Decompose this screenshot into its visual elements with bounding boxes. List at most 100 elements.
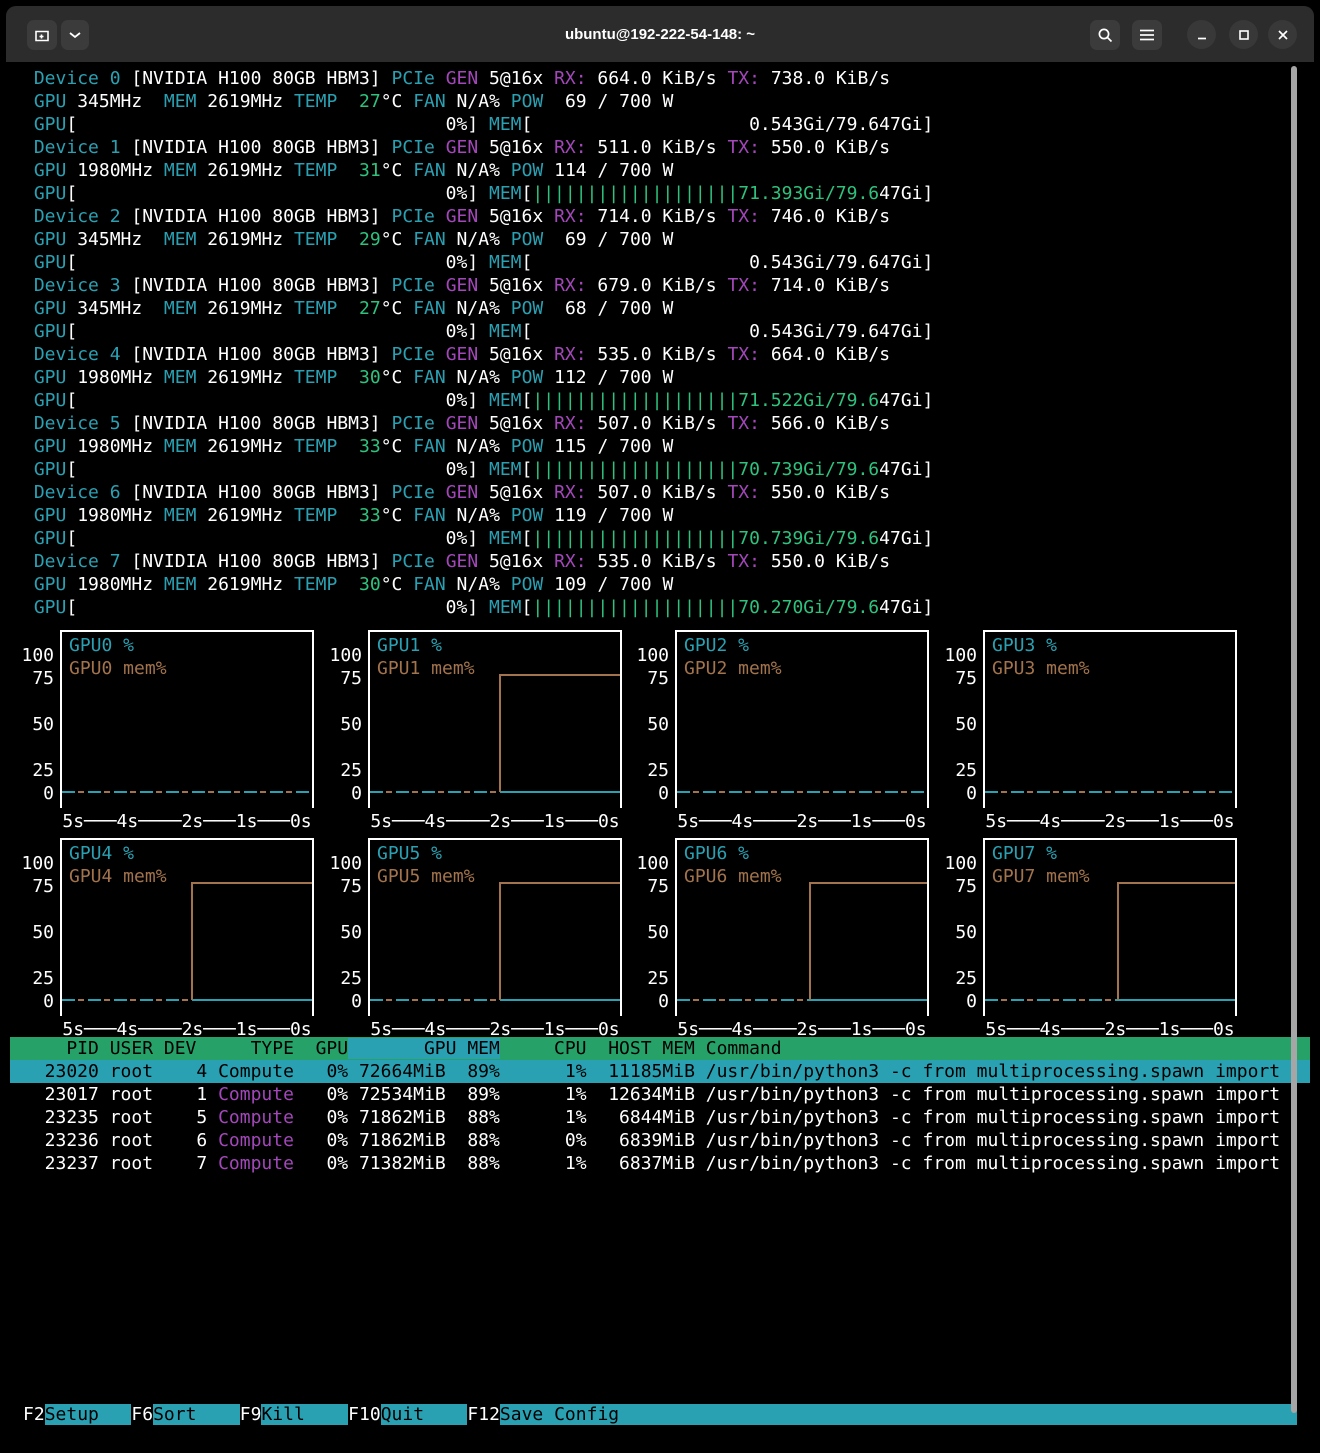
y-axis-tick-label: 25: [625, 967, 669, 990]
maximize-icon: [1238, 29, 1250, 41]
titlebar: ubuntu@192-222-54-148: ~: [6, 6, 1314, 62]
device-header-line: Device 5 [NVIDIA H100 80GB HBM3] PCIe GE…: [23, 412, 933, 435]
device-header-line: Device 1 [NVIDIA H100 80GB HBM3] PCIe GE…: [23, 136, 933, 159]
chart-legend-gpu: GPU3 %: [992, 634, 1057, 657]
menu-button[interactable]: [1132, 20, 1162, 50]
device-bars-line: GPU[ 0%] MEM[ 0.543Gi/79.647Gi]: [23, 113, 933, 136]
process-table: PID USER DEV TYPE GPU GPU MEM CPU HOST M…: [10, 1037, 1310, 1175]
search-button[interactable]: [1090, 20, 1120, 50]
device-stats-line: GPU 1980MHz MEM 2619MHz TEMP 31°C FAN N/…: [23, 159, 933, 182]
chart-plot-area: GPU1 %GPU1 mem%: [368, 630, 622, 808]
device-bars-line: GPU[ 0%] MEM[|||||||||||||||||||71.393Gi…: [23, 182, 933, 205]
y-axis-tick-label: 100: [318, 644, 362, 667]
process-row[interactable]: 23017 root 1 Compute 0% 72534MiB 89% 1% …: [10, 1083, 1310, 1106]
y-axis-tick-label: 0: [318, 990, 362, 1013]
chart-legend-mem: GPU4 mem%: [69, 865, 167, 888]
chart-legend-gpu: GPU2 %: [684, 634, 749, 657]
process-table-header: PID USER DEV TYPE GPU GPU MEM CPU HOST M…: [10, 1037, 1310, 1060]
device-stats-line: GPU 1980MHz MEM 2619MHz TEMP 33°C FAN N/…: [23, 504, 933, 527]
process-row[interactable]: 23237 root 7 Compute 0% 71382MiB 88% 1% …: [10, 1152, 1310, 1175]
device-stats-line: GPU 345MHz MEM 2619MHz TEMP 27°C FAN N/A…: [23, 297, 933, 320]
device-bars-line: GPU[ 0%] MEM[|||||||||||||||||||70.270Gi…: [23, 596, 933, 619]
gpu-utilization-chart: 1007550250GPU7 %GPU7 mem%5s───4s────2s──…: [933, 838, 1243, 1043]
minimize-button[interactable]: [1187, 20, 1216, 49]
fkey-f2: F2: [23, 1404, 45, 1425]
chart-legend-gpu: GPU4 %: [69, 842, 134, 865]
chart-legend-mem: GPU2 mem%: [684, 657, 782, 680]
device-header-line: Device 0 [NVIDIA H100 80GB HBM3] PCIe GE…: [23, 67, 933, 90]
chart-legend-gpu: GPU5 %: [377, 842, 442, 865]
terminal-viewport: Device 0 [NVIDIA H100 80GB HBM3] PCIe GE…: [0, 62, 1320, 1453]
device-bars-line: GPU[ 0%] MEM[ 0.543Gi/79.647Gi]: [23, 320, 933, 343]
fkey-action-sort[interactable]: Sort: [153, 1404, 240, 1425]
gpu-device-list: Device 0 [NVIDIA H100 80GB HBM3] PCIe GE…: [23, 67, 933, 619]
y-axis-tick-label: 100: [10, 644, 54, 667]
maximize-button[interactable]: [1229, 20, 1258, 49]
device-header-line: Device 4 [NVIDIA H100 80GB HBM3] PCIe GE…: [23, 343, 933, 366]
search-icon: [1097, 27, 1114, 44]
y-axis-tick-label: 50: [625, 921, 669, 944]
fkey-action-quit[interactable]: Quit: [381, 1404, 468, 1425]
fkey-f10: F10: [348, 1404, 381, 1425]
chart-legend-mem: GPU7 mem%: [992, 865, 1090, 888]
y-axis-tick-label: 100: [10, 852, 54, 875]
device-header-line: Device 7 [NVIDIA H100 80GB HBM3] PCIe GE…: [23, 550, 933, 573]
x-axis-tick-labels: 5s───4s────2s───1s───0s: [60, 810, 314, 833]
y-axis-tick-label: 0: [933, 782, 977, 805]
y-axis-tick-label: 50: [318, 921, 362, 944]
y-axis-tick-label: 75: [318, 875, 362, 898]
chart-plot-area: GPU0 %GPU0 mem%: [60, 630, 314, 808]
y-axis-tick-label: 50: [933, 921, 977, 944]
y-axis-tick-label: 25: [318, 967, 362, 990]
device-header-line: Device 6 [NVIDIA H100 80GB HBM3] PCIe GE…: [23, 481, 933, 504]
close-icon: [1277, 29, 1289, 41]
y-axis-tick-label: 25: [10, 967, 54, 990]
y-axis-tick-label: 75: [625, 667, 669, 690]
y-axis-tick-label: 25: [10, 759, 54, 782]
chart-legend-gpu: GPU7 %: [992, 842, 1057, 865]
y-axis-tick-label: 75: [933, 667, 977, 690]
y-axis-tick-label: 25: [625, 759, 669, 782]
chart-legend-mem: GPU1 mem%: [377, 657, 475, 680]
hamburger-menu-icon: [1139, 29, 1155, 41]
scrollbar-thumb[interactable]: [1291, 66, 1297, 1413]
process-row[interactable]: 23236 root 6 Compute 0% 71862MiB 88% 0% …: [10, 1129, 1310, 1152]
y-axis-tick-label: 25: [933, 759, 977, 782]
minimize-icon: [1196, 29, 1208, 41]
device-stats-line: GPU 345MHz MEM 2619MHz TEMP 27°C FAN N/A…: [23, 90, 933, 113]
y-axis-tick-label: 25: [318, 759, 362, 782]
device-stats-line: GPU 1980MHz MEM 2619MHz TEMP 33°C FAN N/…: [23, 435, 933, 458]
device-bars-line: GPU[ 0%] MEM[ 0.543Gi/79.647Gi]: [23, 251, 933, 274]
chart-legend-gpu: GPU1 %: [377, 634, 442, 657]
chart-legend-mem: GPU6 mem%: [684, 865, 782, 888]
fkey-f6: F6: [131, 1404, 153, 1425]
process-row[interactable]: 23020 root 4 Compute 0% 72664MiB 89% 1% …: [10, 1060, 1310, 1083]
y-axis-tick-label: 0: [625, 990, 669, 1013]
fkey-action-save-config[interactable]: Save Config: [500, 1404, 1297, 1425]
device-bars-line: GPU[ 0%] MEM[|||||||||||||||||||71.522Gi…: [23, 389, 933, 412]
tab-list-button[interactable]: [61, 20, 89, 50]
gpu-utilization-chart: 1007550250GPU5 %GPU5 mem%5s───4s────2s──…: [318, 838, 628, 1043]
y-axis-tick-label: 75: [933, 875, 977, 898]
y-axis-tick-label: 50: [10, 921, 54, 944]
new-tab-button[interactable]: [27, 20, 57, 50]
gpu-utilization-chart: 1007550250GPU6 %GPU6 mem%5s───4s────2s──…: [625, 838, 935, 1043]
chart-plot-area: GPU3 %GPU3 mem%: [983, 630, 1237, 808]
process-row[interactable]: 23235 root 5 Compute 0% 71862MiB 88% 1% …: [10, 1106, 1310, 1129]
device-stats-line: GPU 1980MHz MEM 2619MHz TEMP 30°C FAN N/…: [23, 366, 933, 389]
y-axis-tick-label: 0: [933, 990, 977, 1013]
fkey-f9: F9: [240, 1404, 262, 1425]
close-button[interactable]: [1268, 20, 1297, 49]
gpu-utilization-chart: 1007550250GPU4 %GPU4 mem%5s───4s────2s──…: [10, 838, 320, 1043]
y-axis-tick-label: 100: [933, 644, 977, 667]
chart-plot-area: GPU6 %GPU6 mem%: [675, 838, 929, 1016]
y-axis-tick-label: 75: [10, 667, 54, 690]
y-axis-tick-label: 0: [625, 782, 669, 805]
fkey-action-setup[interactable]: Setup: [45, 1404, 132, 1425]
chart-legend-mem: GPU0 mem%: [69, 657, 167, 680]
device-stats-line: GPU 345MHz MEM 2619MHz TEMP 29°C FAN N/A…: [23, 228, 933, 251]
chart-plot-area: GPU4 %GPU4 mem%: [60, 838, 314, 1016]
gpu-utilization-chart: 1007550250GPU3 %GPU3 mem%5s───4s────2s──…: [933, 630, 1243, 835]
fkey-action-kill[interactable]: Kill: [261, 1404, 348, 1425]
device-header-line: Device 3 [NVIDIA H100 80GB HBM3] PCIe GE…: [23, 274, 933, 297]
